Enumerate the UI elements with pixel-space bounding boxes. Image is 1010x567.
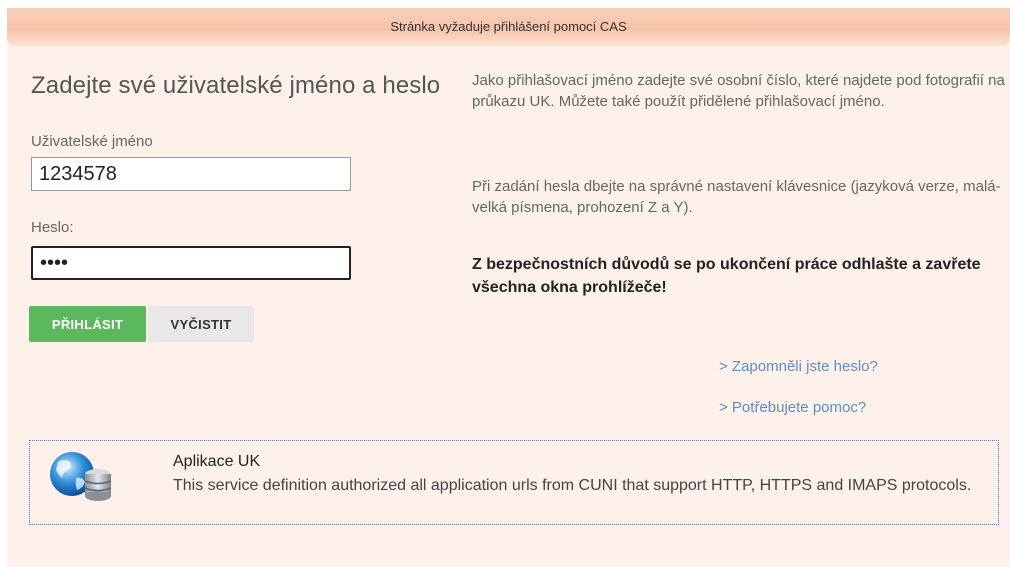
password-label: Heslo: xyxy=(31,219,74,236)
login-button[interactable]: PŘIHLÁSIT xyxy=(29,306,146,342)
security-warning: Z bezpečnostních důvodů se po ukončení p… xyxy=(472,256,981,296)
service-title: Aplikace UK xyxy=(173,453,261,470)
password-input[interactable] xyxy=(31,246,351,280)
forgot-password-link[interactable]: > Zapomněli jste heslo? xyxy=(719,358,878,375)
service-description: This service definition authorized all a… xyxy=(173,477,972,494)
login-heading: Zadejte své uživatelské jméno a heslo xyxy=(31,72,441,99)
help-text-username: Jako přihlašovací jméno zadejte své osob… xyxy=(472,72,1005,110)
clear-button[interactable]: VYČISTIT xyxy=(148,306,254,342)
login-panel: Stránka vyžaduje přihlášení pomocí CAS Z… xyxy=(7,8,1010,567)
username-input[interactable] xyxy=(31,157,351,191)
banner-title: Stránka vyžaduje přihlášení pomocí CAS xyxy=(390,19,627,34)
globe-database-icon xyxy=(50,452,112,501)
username-label: Uživatelské jméno xyxy=(31,133,153,150)
service-info-box: Aplikace UK This service definition auth… xyxy=(29,440,999,525)
help-text-password: Při zadání hesla dbejte na správné nasta… xyxy=(472,178,1001,216)
need-help-link[interactable]: > Potřebujete pomoc? xyxy=(719,399,866,416)
cas-banner: Stránka vyžaduje přihlášení pomocí CAS xyxy=(7,8,1010,46)
